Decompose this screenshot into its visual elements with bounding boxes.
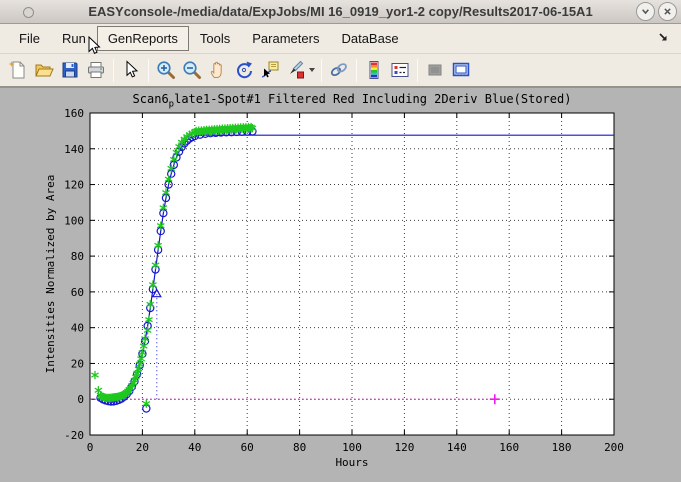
menu-parameters[interactable]: Parameters [241, 26, 330, 51]
y-tick-label: 140 [64, 143, 84, 156]
toolbar-separator [148, 59, 149, 82]
toolbar-separator [417, 59, 418, 82]
x-tick-label: 180 [552, 441, 572, 454]
data-cursor-button[interactable] [257, 57, 283, 83]
submenu-arrow-icon [657, 31, 669, 43]
close-window-button[interactable] [658, 2, 677, 21]
close-icon [662, 6, 673, 17]
link-icon [328, 59, 350, 81]
menu-database[interactable]: DataBase [330, 26, 409, 51]
print-icon [85, 59, 107, 81]
y-tick-label: 120 [64, 179, 84, 192]
square-icon [424, 59, 446, 81]
menu-file[interactable]: File [8, 26, 51, 51]
link-plot-button[interactable] [326, 57, 352, 83]
x-tick-label: 100 [342, 441, 362, 454]
pointer-icon [120, 59, 142, 81]
menu-tools[interactable]: Tools [189, 26, 241, 51]
new-figure-button[interactable] [5, 57, 31, 83]
y-tick-label: 160 [64, 107, 84, 120]
open-folder-icon [33, 59, 55, 81]
y-tick-label: 40 [71, 322, 84, 335]
legend-icon [389, 59, 411, 81]
brush-data-button[interactable] [283, 57, 309, 83]
toolbar-separator [113, 59, 114, 82]
x-tick-label: 60 [241, 441, 254, 454]
zoom-in-button[interactable] [153, 57, 179, 83]
colorbar-icon [363, 59, 385, 81]
x-tick-label: 140 [447, 441, 467, 454]
toolbar-separator [356, 59, 357, 82]
hide-plot-tools-button[interactable] [422, 57, 448, 83]
menu-bar: File Run GenReports Tools Parameters Dat… [0, 24, 681, 54]
x-tick-label: 160 [499, 441, 519, 454]
zoom-out-icon [181, 59, 203, 81]
brush-icon [285, 59, 307, 81]
chevron-down-icon [640, 6, 651, 17]
menu-genreports[interactable]: GenReports [97, 26, 189, 51]
figure-canvas[interactable]: Scan6plate1-Spot#1 Filtered Red Includin… [0, 88, 681, 482]
dock-figure-button[interactable] [448, 57, 474, 83]
shade-window-button[interactable] [636, 2, 655, 21]
menu-overflow-button[interactable] [657, 31, 673, 46]
y-tick-label: 60 [71, 286, 84, 299]
window-title: EASYconsole-/media/data/ExpJobs/MI 16_09… [0, 4, 681, 19]
save-figure-button[interactable] [57, 57, 83, 83]
y-tick-label: 80 [71, 250, 84, 263]
rotate-3d-button[interactable] [231, 57, 257, 83]
zoom-out-button[interactable] [179, 57, 205, 83]
x-axis-label: Hours [335, 456, 368, 469]
x-tick-label: 0 [87, 441, 94, 454]
edit-plot-button[interactable] [118, 57, 144, 83]
open-file-button[interactable] [31, 57, 57, 83]
y-tick-label: 0 [77, 393, 84, 406]
pan-button[interactable] [205, 57, 231, 83]
x-tick-label: 200 [604, 441, 624, 454]
title-bar[interactable]: EASYconsole-/media/data/ExpJobs/MI 16_09… [0, 0, 681, 24]
x-tick-label: 40 [188, 441, 201, 454]
save-icon [59, 59, 81, 81]
dock-icon [450, 59, 472, 81]
brush-dropdown-caret[interactable] [309, 68, 315, 72]
hand-icon [207, 59, 229, 81]
easyconsole-window: EASYconsole-/media/data/ExpJobs/MI 16_09… [0, 0, 681, 482]
x-tick-label: 20 [136, 441, 149, 454]
toolbar-separator [321, 59, 322, 82]
print-figure-button[interactable] [83, 57, 109, 83]
plot-axes[interactable]: 020406080100120140160180200-200204060801… [0, 88, 681, 482]
insert-legend-button[interactable] [387, 57, 413, 83]
y-tick-label: 20 [71, 357, 84, 370]
y-tick-label: -20 [64, 429, 84, 442]
x-tick-label: 80 [293, 441, 306, 454]
data-cursor-icon [259, 59, 281, 81]
y-axis-label: Intensities Normalized by Area [44, 175, 57, 374]
rotate-icon [233, 59, 255, 81]
figure-toolbar [0, 54, 681, 88]
zoom-in-icon [155, 59, 177, 81]
mouse-cursor-icon [87, 36, 101, 56]
insert-colorbar-button[interactable] [361, 57, 387, 83]
new-document-icon [7, 59, 29, 81]
y-tick-label: 100 [64, 214, 84, 227]
menu-genreports-label: GenReports [108, 31, 178, 46]
x-tick-label: 120 [394, 441, 414, 454]
